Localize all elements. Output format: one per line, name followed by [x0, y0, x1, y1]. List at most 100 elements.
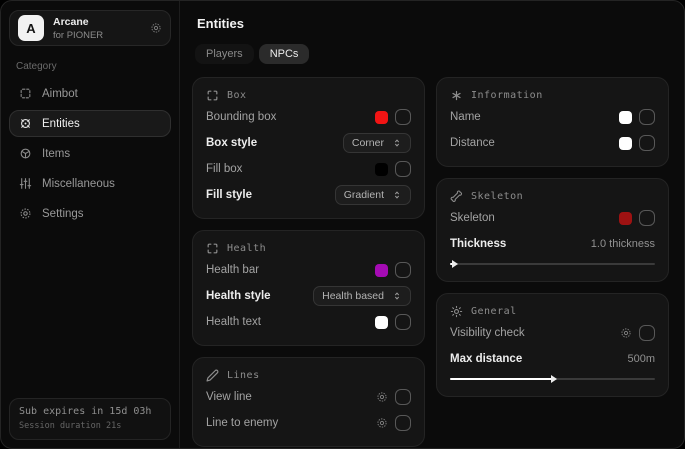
- sidebar-item-items[interactable]: Items: [9, 140, 171, 167]
- color-swatch[interactable]: [619, 137, 632, 150]
- sidebar-item-label: Aimbot: [42, 88, 78, 100]
- setting-row: Fill style Gradient: [206, 184, 411, 206]
- card-title: Skeleton: [471, 191, 523, 202]
- dropdown-value: Health based: [322, 290, 384, 302]
- chevrons-up-down-icon: [392, 291, 402, 301]
- checkbox[interactable]: [639, 325, 655, 341]
- thickness-slider[interactable]: [450, 259, 655, 269]
- skeleton-card: Skeleton Skeleton Thickness 1.0 thicknes…: [436, 178, 669, 282]
- asterisk-icon: [450, 89, 463, 102]
- sidebar-item-miscellaneous[interactable]: Miscellaneous: [9, 170, 171, 197]
- entity-tabs: Players NPCs: [195, 44, 669, 64]
- slider-track[interactable]: [450, 263, 655, 265]
- right-column: Information Name Distance: [436, 77, 669, 447]
- sidebar-item-label: Miscellaneous: [42, 178, 115, 190]
- setting-row: Health bar: [206, 259, 411, 281]
- row-label: Fill box: [206, 163, 242, 175]
- checkbox[interactable]: [395, 389, 411, 405]
- color-swatch[interactable]: [375, 163, 388, 176]
- slider-fill: [450, 378, 553, 380]
- gear-icon[interactable]: [376, 391, 388, 403]
- brand-subtitle: for PIONER: [53, 30, 103, 41]
- row-label: Name: [450, 111, 481, 123]
- max-distance-value: 500m: [627, 353, 655, 365]
- page-title: Entities: [197, 16, 669, 31]
- setting-row: Health style Health based: [206, 285, 411, 307]
- gear-icon[interactable]: [150, 22, 162, 34]
- brand-name: Arcane: [53, 16, 103, 28]
- sphere-icon: [19, 147, 32, 160]
- setting-row: Bounding box: [206, 106, 411, 128]
- radar-icon: [19, 117, 32, 130]
- row-label: Health text: [206, 316, 261, 328]
- left-column: Box Bounding box Box style Corner: [192, 77, 425, 447]
- checkbox[interactable]: [395, 161, 411, 177]
- gear-icon[interactable]: [376, 417, 388, 429]
- sun-icon: [450, 305, 463, 318]
- checkbox[interactable]: [395, 262, 411, 278]
- chevrons-up-down-icon: [392, 138, 402, 148]
- row-label: Visibility check: [450, 327, 525, 339]
- setting-row: Health text: [206, 311, 411, 333]
- setting-row: Box style Corner: [206, 132, 411, 154]
- checkbox[interactable]: [639, 135, 655, 151]
- checkbox[interactable]: [639, 210, 655, 226]
- row-label: Box style: [206, 137, 257, 149]
- lines-card: Lines View line Line to enemy: [192, 357, 425, 447]
- dropdown-value: Corner: [352, 137, 384, 149]
- max-distance-slider[interactable]: [450, 374, 655, 384]
- box-card: Box Bounding box Box style Corner: [192, 77, 425, 219]
- information-card-header: Information: [450, 89, 655, 102]
- sub-expires-text: Sub expires in 15d 03h: [19, 406, 161, 417]
- slider-thumb[interactable]: [551, 375, 557, 383]
- row-label: Fill style: [206, 189, 252, 201]
- pencil-icon: [206, 369, 219, 382]
- color-swatch[interactable]: [375, 316, 388, 329]
- corner-brackets-icon: [206, 89, 219, 102]
- box-style-dropdown[interactable]: Corner: [343, 133, 411, 153]
- color-swatch[interactable]: [619, 212, 632, 225]
- tab-npcs[interactable]: NPCs: [259, 44, 310, 64]
- skeleton-card-header: Skeleton: [450, 190, 655, 203]
- gear-icon: [19, 207, 32, 220]
- sidebar-item-aimbot[interactable]: Aimbot: [9, 80, 171, 107]
- row-label: Health bar: [206, 264, 259, 276]
- arcane-window: A Arcane for PIONER Category Aimbot: [0, 0, 685, 449]
- sidebar-item-label: Items: [42, 148, 70, 160]
- color-swatch[interactable]: [375, 111, 388, 124]
- color-swatch[interactable]: [375, 264, 388, 277]
- card-title: Information: [471, 90, 543, 101]
- row-label: View line: [206, 391, 252, 403]
- gear-icon[interactable]: [620, 327, 632, 339]
- fill-style-dropdown[interactable]: Gradient: [335, 185, 411, 205]
- row-label: Max distance: [450, 353, 522, 365]
- health-style-dropdown[interactable]: Health based: [313, 286, 411, 306]
- box-select-icon: [19, 87, 32, 100]
- sidebar-item-entities[interactable]: Entities: [9, 110, 171, 137]
- color-swatch[interactable]: [619, 111, 632, 124]
- brand-card: A Arcane for PIONER: [9, 10, 171, 46]
- setting-row: Skeleton: [450, 207, 655, 229]
- sidebar: A Arcane for PIONER Category Aimbot: [1, 1, 180, 448]
- sidebar-nav: Aimbot Entities Items Miscellaneous: [9, 80, 171, 227]
- card-title: Health: [227, 243, 266, 254]
- arcane-logo: A: [18, 15, 44, 41]
- checkbox[interactable]: [639, 109, 655, 125]
- sidebar-item-label: Settings: [42, 208, 84, 220]
- corner-brackets-icon: [206, 242, 219, 255]
- checkbox[interactable]: [395, 109, 411, 125]
- sidebar-item-settings[interactable]: Settings: [9, 200, 171, 227]
- category-label: Category: [16, 61, 164, 72]
- setting-row: Name: [450, 106, 655, 128]
- dropdown-value: Gradient: [344, 189, 384, 201]
- checkbox[interactable]: [395, 415, 411, 431]
- sliders-icon: [19, 177, 32, 190]
- tab-players[interactable]: Players: [195, 44, 254, 64]
- row-label: Thickness: [450, 238, 506, 250]
- checkbox[interactable]: [395, 314, 411, 330]
- slider-thumb[interactable]: [452, 260, 458, 268]
- setting-row: View line: [206, 386, 411, 408]
- bone-icon: [450, 190, 463, 203]
- health-card-header: Health: [206, 242, 411, 255]
- brand-text: Arcane for PIONER: [53, 16, 103, 41]
